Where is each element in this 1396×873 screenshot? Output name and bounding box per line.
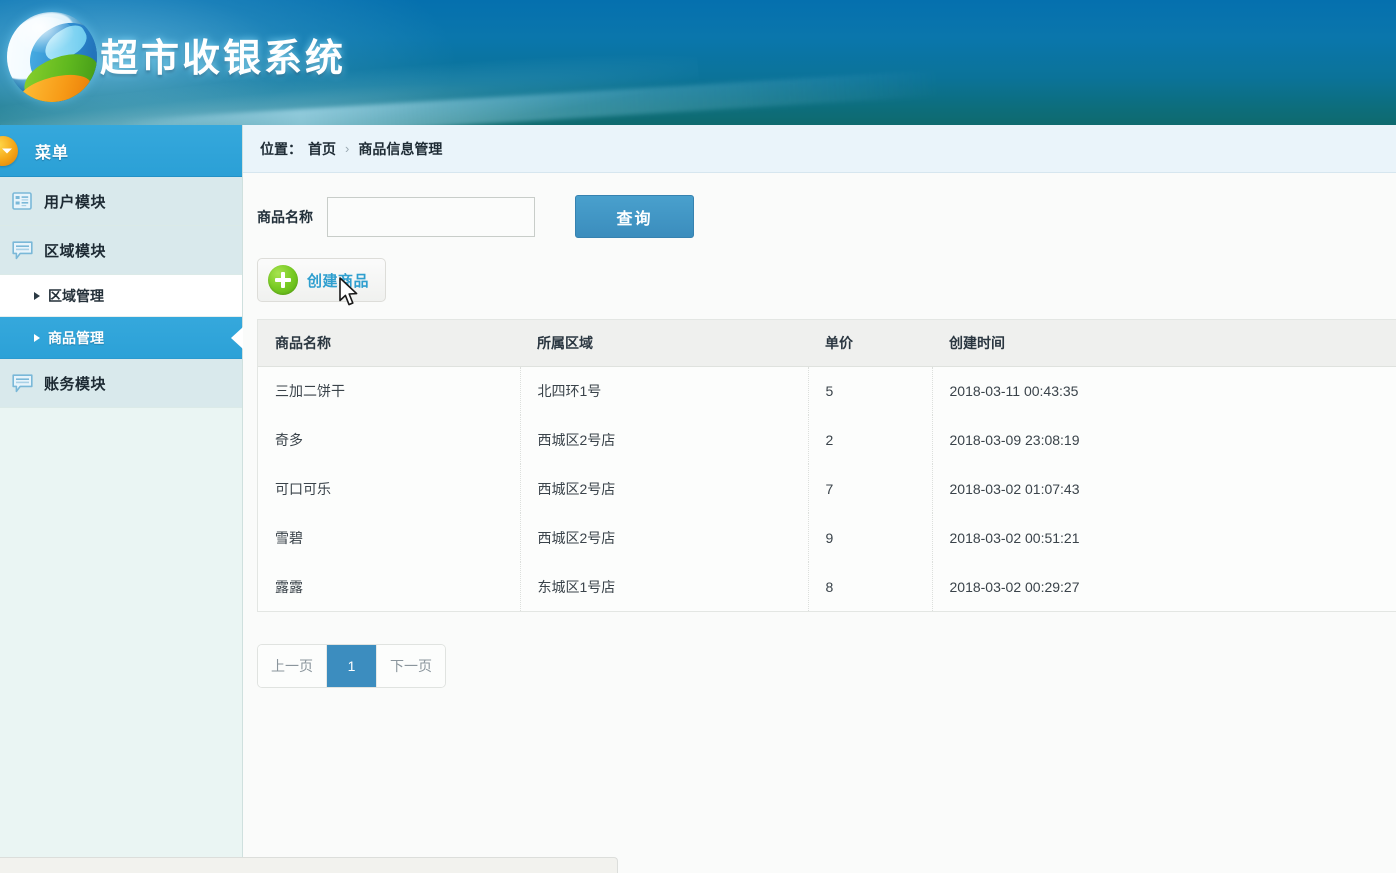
cell-created-time: 2018-03-09 23:08:19 (932, 415, 1396, 464)
speech-bubble-icon (0, 240, 44, 260)
cell-region: 北四环1号 (520, 366, 809, 415)
cell-price: 8 (808, 562, 933, 611)
table-row[interactable]: 奇多 西城区2号店 2 2018-03-09 23:08:19 (258, 415, 1396, 464)
table-body: 三加二饼干 北四环1号 5 2018-03-11 00:43:35 奇多 西城区… (258, 366, 1396, 611)
table-header-row: 商品名称 所属区域 单价 创建时间 (258, 320, 1396, 367)
cell-region: 西城区2号店 (520, 513, 809, 562)
sidebar-item-user-module[interactable]: 用户模块 (0, 177, 242, 226)
triangle-bullet-icon (34, 291, 40, 300)
pagination: 上一页 1 下一页 (257, 644, 446, 688)
toolbar: 创建商品 (243, 238, 1396, 302)
breadcrumb-prefix-label: 位置： (260, 140, 302, 157)
product-table: 商品名称 所属区域 单价 创建时间 三加二饼干 北四环1号 5 2018-03-… (258, 320, 1396, 611)
application-window: 超市收银系统 菜单 用户模块 区域模块 区域管理 商品管理 账务模块 位置： 首… (0, 0, 1396, 873)
table-header: 商品名称 所属区域 单价 创建时间 (258, 320, 1396, 367)
table-row[interactable]: 可口可乐 西城区2号店 7 2018-03-02 01:07:43 (258, 464, 1396, 513)
sidebar-menu-header[interactable]: 菜单 (0, 125, 242, 177)
sidebar-item-label: 区域管理 (48, 287, 104, 304)
sidebar-item-label: 区域模块 (44, 242, 107, 260)
sidebar-item-region-management[interactable]: 区域管理 (0, 275, 242, 317)
sidebar-item-label: 商品管理 (48, 329, 104, 346)
cell-created-time: 2018-03-11 00:43:35 (932, 366, 1396, 415)
chevron-down-circle-icon (0, 136, 18, 166)
list-grid-icon (0, 192, 44, 210)
table-row[interactable]: 露露 东城区1号店 8 2018-03-02 00:29:27 (258, 562, 1396, 611)
app-title: 超市收银系统 (100, 38, 347, 80)
search-input[interactable] (327, 196, 535, 237)
pagination-page-1[interactable]: 1 (327, 645, 377, 687)
active-indicator-notch (231, 326, 243, 349)
cell-created-time: 2018-03-02 00:51:21 (932, 513, 1396, 562)
cell-product-name: 可口可乐 (258, 464, 521, 513)
breadcrumb-current: 商品信息管理 (358, 140, 443, 157)
sidebar-item-label: 账务模块 (44, 375, 107, 393)
search-form: 商品名称 查询 (243, 173, 1396, 238)
sidebar-item-product-management[interactable]: 商品管理 (0, 317, 243, 359)
app-header: 超市收银系统 (0, 0, 1396, 125)
sidebar-item-account-module[interactable]: 账务模块 (0, 359, 242, 408)
table-row[interactable]: 雪碧 西城区2号店 9 2018-03-02 00:51:21 (258, 513, 1396, 562)
cell-product-name: 露露 (258, 562, 521, 611)
globe-sphere-logo-icon (3, 6, 101, 110)
cell-created-time: 2018-03-02 00:29:27 (932, 562, 1396, 611)
breadcrumb: 位置： 首页 › 商品信息管理 (243, 125, 1396, 173)
sidebar-item-label: 用户模块 (44, 193, 107, 211)
column-header-name: 商品名称 (258, 320, 520, 367)
pagination-prev-button[interactable]: 上一页 (258, 645, 327, 687)
search-field-label: 商品名称 (257, 208, 313, 225)
column-header-region: 所属区域 (520, 320, 808, 367)
cell-product-name: 三加二饼干 (258, 366, 521, 415)
cell-region: 西城区2号店 (520, 415, 809, 464)
breadcrumb-home-link[interactable]: 首页 (308, 139, 336, 159)
cell-price: 5 (808, 366, 933, 415)
sidebar-menu-header-label: 菜单 (35, 144, 70, 162)
sidebar: 菜单 用户模块 区域模块 区域管理 商品管理 账务模块 (0, 125, 243, 873)
cell-price: 7 (808, 464, 933, 513)
column-header-created: 创建时间 (932, 320, 1396, 367)
create-product-label: 创建商品 (307, 272, 370, 290)
cell-price: 9 (808, 513, 933, 562)
cell-price: 2 (808, 415, 933, 464)
main-content: 位置： 首页 › 商品信息管理 商品名称 查询 创建商品 商品名称 所属区域 单… (243, 125, 1396, 873)
cell-created-time: 2018-03-02 01:07:43 (932, 464, 1396, 513)
cell-region: 西城区2号店 (520, 464, 809, 513)
triangle-bullet-icon (34, 333, 40, 342)
sidebar-item-region-module[interactable]: 区域模块 (0, 226, 242, 275)
cell-region: 东城区1号店 (520, 562, 809, 611)
create-product-button[interactable]: 创建商品 (257, 258, 387, 302)
plus-circle-icon (268, 265, 298, 295)
cell-product-name: 雪碧 (258, 513, 521, 562)
pagination-next-button[interactable]: 下一页 (377, 645, 445, 687)
status-bar (0, 857, 618, 873)
cell-product-name: 奇多 (258, 415, 521, 464)
table-row[interactable]: 三加二饼干 北四环1号 5 2018-03-11 00:43:35 (258, 366, 1396, 415)
product-table-container: 商品名称 所属区域 单价 创建时间 三加二饼干 北四环1号 5 2018-03-… (257, 319, 1396, 612)
speech-bubble-icon (0, 373, 44, 393)
column-header-price: 单价 (808, 320, 932, 367)
query-button[interactable]: 查询 (575, 195, 694, 238)
breadcrumb-separator-icon: › (345, 141, 350, 156)
